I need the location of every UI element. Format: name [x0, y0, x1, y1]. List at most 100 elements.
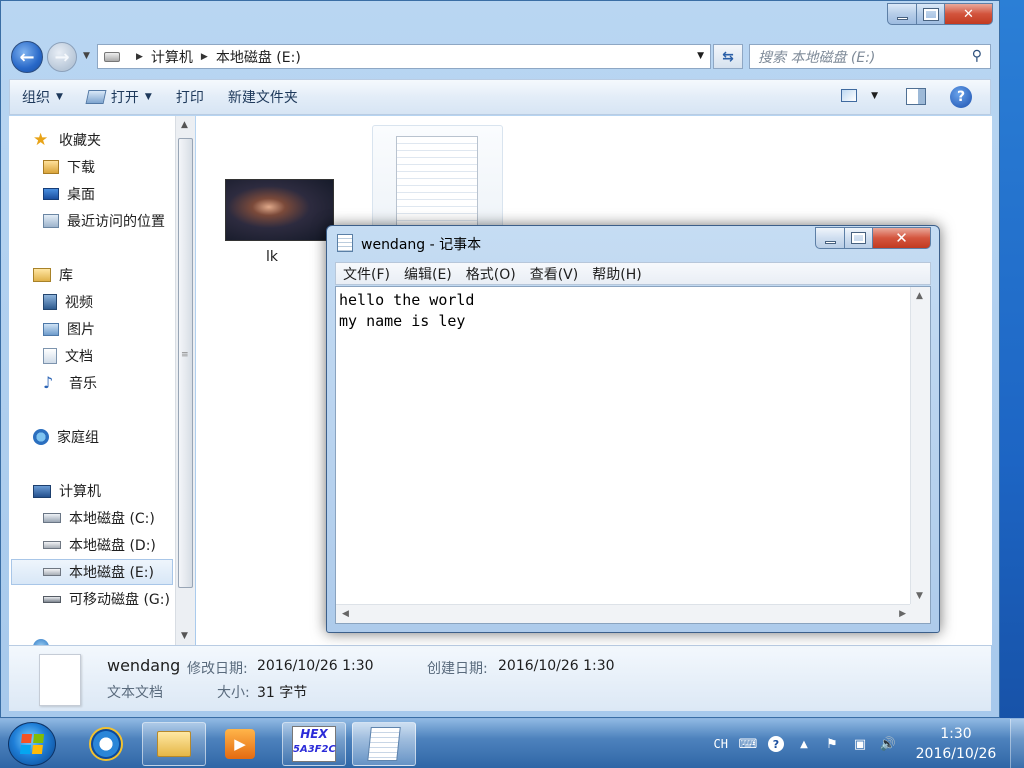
nav-drive-d[interactable]: 本地磁盘 (D:) — [43, 535, 156, 555]
scroll-left-icon[interactable]: ◀ — [342, 609, 349, 619]
language-indicator[interactable]: CH — [714, 737, 728, 751]
nav-drive-c[interactable]: 本地磁盘 (C:) — [43, 508, 155, 528]
close-icon: ✕ — [895, 229, 908, 247]
drive-icon — [43, 541, 61, 549]
minimize-button[interactable] — [887, 3, 917, 25]
start-button[interactable] — [8, 722, 56, 766]
taskbar-media-player[interactable]: ▶ — [208, 722, 272, 766]
nav-music[interactable]: ♪ 音乐 — [43, 373, 97, 393]
scroll-down-icon[interactable]: ▼ — [916, 591, 923, 601]
notepad-maximize-button[interactable] — [845, 227, 873, 249]
navigation-pane: ★ 收藏夹 下载 桌面 最近访问的位置 库 视频 图片 文档 ♪ 音乐 家庭组 … — [9, 116, 175, 645]
address-bar[interactable]: ▶ 计算机 ▶ 本地磁盘 (E:) ▼ — [97, 44, 711, 69]
minimize-icon — [896, 16, 908, 20]
nav-homegroup[interactable]: 家庭组 — [33, 427, 99, 447]
star-icon: ★ — [33, 130, 49, 150]
file-label[interactable]: lk — [266, 249, 278, 265]
menu-format[interactable]: 格式(O) — [459, 264, 523, 284]
nav-desktop[interactable]: 桌面 — [43, 184, 95, 204]
back-button[interactable]: ← — [11, 41, 43, 73]
video-icon — [43, 294, 57, 310]
show-desktop-button[interactable] — [1010, 719, 1024, 768]
open-button[interactable]: 打开 ▼ — [75, 80, 164, 114]
keyboard-icon[interactable]: ⌨ — [739, 736, 758, 752]
navigation-scrollbar[interactable]: ▲ ≡ ▼ — [175, 116, 195, 645]
notepad-menubar: 文件(F) 编辑(E) 格式(O) 查看(V) 帮助(H) — [335, 262, 931, 285]
nav-libraries[interactable]: 库 — [33, 265, 73, 285]
hex-editor-sublabel: 5A3F2C — [293, 744, 336, 755]
refresh-button[interactable]: ⇆ — [713, 44, 743, 69]
preview-pane-button[interactable] — [906, 88, 926, 105]
notepad-minimize-button[interactable] — [815, 227, 845, 249]
taskbar-notepad[interactable] — [352, 722, 416, 766]
volume-icon[interactable]: 🔊 — [880, 736, 896, 752]
taskbar: ▶ HEX 5A3F2C CH ⌨ ? ▲ ⚑ ▣ 🔊 1:30 2016/10… — [0, 718, 1024, 768]
action-center-flag-icon[interactable]: ⚑ — [824, 736, 840, 752]
notepad-horizontal-scrollbar[interactable]: ◀ ▶ — [336, 604, 912, 623]
network-icon[interactable]: ▣ — [852, 736, 868, 752]
menu-help[interactable]: 帮助(H) — [585, 264, 648, 284]
chevron-up-icon[interactable]: ▲ — [796, 736, 812, 752]
maximize-button[interactable] — [917, 3, 945, 25]
nav-computer[interactable]: 计算机 — [33, 481, 101, 501]
breadcrumb-drive-e[interactable]: 本地磁盘 (E:) — [216, 47, 301, 67]
grip-icon: ≡ — [181, 350, 189, 360]
image-thumbnail[interactable] — [225, 179, 334, 241]
nav-documents[interactable]: 文档 — [43, 346, 93, 366]
search-icon[interactable]: ⚲ — [972, 48, 982, 64]
notepad-vertical-scrollbar[interactable]: ▲ ▼ — [910, 287, 930, 605]
search-input[interactable]: 搜索 本地磁盘 (E:) ⚲ — [749, 44, 991, 69]
maximize-icon — [851, 232, 866, 244]
chevron-down-icon: ▼ — [56, 92, 63, 102]
nav-favorites[interactable]: ★ 收藏夹 — [33, 130, 101, 150]
menu-file[interactable]: 文件(F) — [336, 264, 397, 284]
scroll-down-icon[interactable]: ▼ — [181, 631, 188, 641]
open-label: 打开 — [110, 90, 139, 106]
documents-icon — [43, 348, 57, 364]
menu-view[interactable]: 查看(V) — [523, 264, 586, 284]
clock-time: 1:30 — [940, 726, 972, 742]
chevron-right-icon[interactable]: ▶ — [136, 52, 143, 62]
taskbar-internet-explorer[interactable] — [74, 722, 138, 766]
breadcrumb-computer[interactable]: 计算机 — [151, 47, 193, 67]
organize-button[interactable]: 组织 ▼ — [10, 80, 75, 114]
nav-pictures[interactable]: 图片 — [43, 319, 95, 339]
help-button[interactable]: ? — [950, 86, 972, 108]
taskbar-windows-explorer[interactable] — [142, 722, 206, 766]
nav-drive-e[interactable]: 本地磁盘 (E:) — [11, 559, 173, 585]
clock[interactable]: 1:30 2016/10/26 — [902, 724, 1010, 764]
menu-edit[interactable]: 编辑(E) — [397, 264, 459, 284]
forward-button[interactable]: → — [47, 42, 77, 72]
text-document-icon — [396, 136, 478, 236]
drive-icon — [43, 568, 61, 576]
resize-grip-icon[interactable] — [910, 604, 930, 623]
print-button[interactable]: 打印 — [164, 80, 216, 114]
notepad-title: wendang - 记事本 — [361, 237, 482, 253]
taskbar-hex-editor[interactable]: HEX 5A3F2C — [282, 722, 346, 766]
scroll-right-icon[interactable]: ▶ — [899, 609, 906, 619]
notepad-icon[interactable] — [337, 234, 353, 252]
notepad-close-button[interactable]: ✕ — [873, 227, 931, 249]
close-button[interactable]: ✕ — [945, 3, 993, 25]
change-view-button[interactable]: ▼ — [841, 89, 878, 102]
recent-pages-dropdown[interactable]: ▼ — [83, 51, 90, 61]
notepad-content[interactable]: hello the world my name is ley — [339, 290, 474, 332]
nav-downloads[interactable]: 下载 — [43, 157, 95, 177]
chevron-right-icon[interactable]: ▶ — [201, 52, 208, 62]
chevron-down-icon: ▼ — [871, 90, 878, 101]
new-folder-button[interactable]: 新建文件夹 — [216, 80, 310, 114]
nav-libraries-label: 库 — [59, 268, 73, 284]
scroll-up-icon[interactable]: ▲ — [916, 291, 923, 301]
nav-videos[interactable]: 视频 — [43, 292, 93, 312]
scroll-up-icon[interactable]: ▲ — [181, 120, 188, 130]
help-icon[interactable]: ? — [768, 736, 784, 752]
minimize-icon — [824, 240, 836, 244]
arrow-right-icon: → — [54, 46, 70, 68]
address-dropdown-icon[interactable]: ▼ — [697, 51, 704, 61]
nav-drive-g[interactable]: 可移动磁盘 (G:) — [43, 589, 170, 609]
scrollbar-thumb[interactable] — [178, 138, 193, 588]
text-file-tile[interactable] — [372, 125, 503, 236]
nav-recent-places[interactable]: 最近访问的位置 — [43, 211, 165, 231]
notepad-text-area[interactable]: hello the world my name is ley ▲ ▼ ◀ ▶ — [335, 286, 931, 624]
hex-editor-icon: HEX 5A3F2C — [292, 726, 336, 762]
